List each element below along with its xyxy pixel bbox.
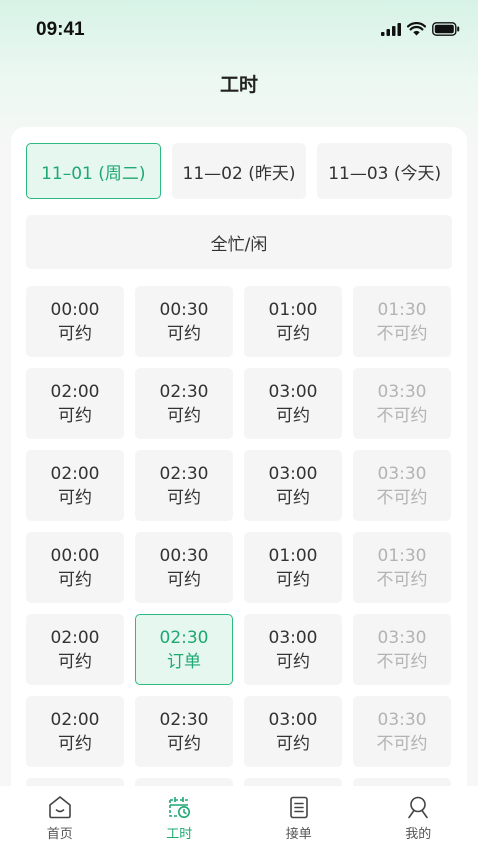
tab-orders[interactable]: 接单 bbox=[239, 786, 359, 850]
time-slot-status: 可约 bbox=[58, 733, 92, 754]
time-slot-status: 可约 bbox=[167, 323, 201, 344]
time-slot[interactable]: 02:30 订单 bbox=[135, 614, 233, 685]
time-slot[interactable]: 03:00 可约 bbox=[244, 696, 342, 767]
time-slot-time: 03:00 bbox=[268, 463, 318, 484]
battery-icon bbox=[432, 22, 460, 36]
time-slot-status: 可约 bbox=[276, 405, 310, 426]
time-slot-status: 可约 bbox=[58, 651, 92, 672]
tab-home[interactable]: 首页 bbox=[0, 786, 120, 850]
status-icons bbox=[381, 22, 460, 36]
clipboard-icon bbox=[289, 796, 308, 819]
time-slot[interactable]: 01:00 可约 bbox=[244, 286, 342, 357]
time-slot-time: 03:00 bbox=[268, 381, 318, 402]
time-slot-status: 可约 bbox=[276, 569, 310, 590]
time-slot-time: 02:30 bbox=[159, 381, 209, 402]
time-slot-time: 01:30 bbox=[377, 299, 427, 320]
time-slot-status: 可约 bbox=[58, 323, 92, 344]
time-slot-time: 02:00 bbox=[50, 709, 100, 730]
time-slot[interactable]: 02:00 可约 bbox=[26, 368, 124, 439]
time-slot[interactable]: 02:30 可约 bbox=[135, 696, 233, 767]
wifi-icon bbox=[407, 22, 426, 36]
tab-orders-label: 接单 bbox=[285, 827, 312, 842]
time-slot[interactable]: 01:00 可约 bbox=[244, 532, 342, 603]
time-slot-time: 01:30 bbox=[377, 545, 427, 566]
date-tab-1101[interactable]: 11–01 (周二) bbox=[26, 143, 161, 199]
time-slot-status: 不可约 bbox=[376, 323, 428, 344]
time-slot[interactable]: 02:00 可约 bbox=[26, 696, 124, 767]
status-time: 09:41 bbox=[36, 19, 85, 40]
date-tab-1103[interactable]: 11—03 (今天) bbox=[317, 143, 453, 199]
time-slot-status: 不可约 bbox=[376, 733, 428, 754]
time-slot-status: 订单 bbox=[167, 651, 201, 672]
time-slot-time: 03:30 bbox=[377, 709, 427, 730]
time-slot-time: 03:30 bbox=[377, 627, 427, 648]
time-slot-time: 03:00 bbox=[268, 709, 318, 730]
time-slot[interactable]: 03:00 可约 bbox=[244, 368, 342, 439]
time-slot-time: 02:30 bbox=[159, 627, 209, 648]
time-slot-status: 可约 bbox=[58, 487, 92, 508]
time-slot[interactable]: 03:30 不可约 bbox=[353, 368, 451, 439]
time-slot-grid: 00:00 可约 00:30 可约 01:00 可约 01:30 不可约 02:00 可约 02:3… bbox=[26, 286, 452, 807]
time-slot-status: 可约 bbox=[276, 733, 310, 754]
time-slot-status: 不可约 bbox=[376, 487, 428, 508]
time-slot[interactable]: 03:30 不可约 bbox=[353, 614, 451, 685]
calendar-clock-icon bbox=[169, 797, 191, 818]
time-slot[interactable]: 02:00 可约 bbox=[26, 450, 124, 521]
date-tab-1102[interactable]: 11—02 (昨天) bbox=[171, 143, 307, 199]
user-icon bbox=[408, 796, 429, 819]
bottom-tab-bar: 首页 工时 接单 我的 bbox=[0, 786, 478, 850]
time-slot-time: 00:30 bbox=[159, 545, 209, 566]
tab-mine[interactable]: 我的 bbox=[359, 786, 478, 850]
time-slot-status: 可约 bbox=[167, 405, 201, 426]
time-slot[interactable]: 03:30 不可约 bbox=[353, 450, 451, 521]
time-slot-time: 02:30 bbox=[159, 463, 209, 484]
time-slot-status: 可约 bbox=[276, 651, 310, 672]
time-slot-status: 可约 bbox=[276, 487, 310, 508]
time-slot-time: 03:00 bbox=[268, 627, 318, 648]
time-slot[interactable]: 00:00 可约 bbox=[26, 286, 124, 357]
date-tabs: 11–01 (周二) 11—02 (昨天) 11—03 (今天) bbox=[26, 143, 453, 199]
tab-worktime[interactable]: 工时 bbox=[120, 786, 240, 850]
time-slot[interactable]: 02:30 可约 bbox=[135, 450, 233, 521]
tab-home-label: 首页 bbox=[46, 827, 73, 842]
time-slot-status: 可约 bbox=[58, 569, 92, 590]
time-slot[interactable]: 03:00 可约 bbox=[244, 450, 342, 521]
time-slot-status: 可约 bbox=[167, 569, 201, 590]
time-slot-time: 00:30 bbox=[159, 299, 209, 320]
time-slot-time: 01:00 bbox=[268, 299, 318, 320]
time-slot-status: 不可约 bbox=[376, 569, 428, 590]
time-slot-status: 可约 bbox=[167, 487, 201, 508]
time-slot[interactable]: 02:30 可约 bbox=[135, 368, 233, 439]
time-slot-time: 03:30 bbox=[377, 463, 427, 484]
time-slot[interactable]: 01:30 不可约 bbox=[353, 286, 451, 357]
home-icon bbox=[48, 796, 71, 819]
page-title: 工时 bbox=[219, 74, 258, 96]
time-slot-time: 00:00 bbox=[50, 545, 100, 566]
time-slot[interactable]: 02:00 可约 bbox=[26, 614, 124, 685]
time-slot-status: 不可约 bbox=[376, 651, 428, 672]
tab-mine-label: 我的 bbox=[405, 827, 432, 842]
time-slot-time: 01:00 bbox=[268, 545, 318, 566]
time-slot[interactable]: 00:00 可约 bbox=[26, 532, 124, 603]
signal-icon bbox=[381, 22, 401, 36]
status-bar: 09:41 bbox=[0, 0, 478, 62]
time-slot-time: 00:00 bbox=[50, 299, 100, 320]
time-slot-time: 03:30 bbox=[377, 381, 427, 402]
worktime-card: 11–01 (周二) 11—02 (昨天) 11—03 (今天) 全忙/闲 00… bbox=[11, 127, 467, 807]
time-slot[interactable]: 03:30 不可约 bbox=[353, 696, 451, 767]
time-slot-time: 02:00 bbox=[50, 463, 100, 484]
time-slot[interactable]: 00:30 可约 bbox=[135, 286, 233, 357]
time-slot-time: 02:00 bbox=[50, 381, 100, 402]
time-slot-status: 可约 bbox=[58, 405, 92, 426]
time-slot-time: 02:30 bbox=[159, 709, 209, 730]
all-busy-toggle-button[interactable]: 全忙/闲 bbox=[26, 215, 452, 269]
time-slot-status: 不可约 bbox=[376, 405, 428, 426]
tab-worktime-label: 工时 bbox=[166, 827, 193, 842]
time-slot[interactable]: 01:30 不可约 bbox=[353, 532, 451, 603]
time-slot-status: 可约 bbox=[276, 323, 310, 344]
time-slot-status: 可约 bbox=[167, 733, 201, 754]
time-slot[interactable]: 03:00 可约 bbox=[244, 614, 342, 685]
time-slot[interactable]: 00:30 可约 bbox=[135, 532, 233, 603]
time-slot-time: 02:00 bbox=[50, 627, 100, 648]
